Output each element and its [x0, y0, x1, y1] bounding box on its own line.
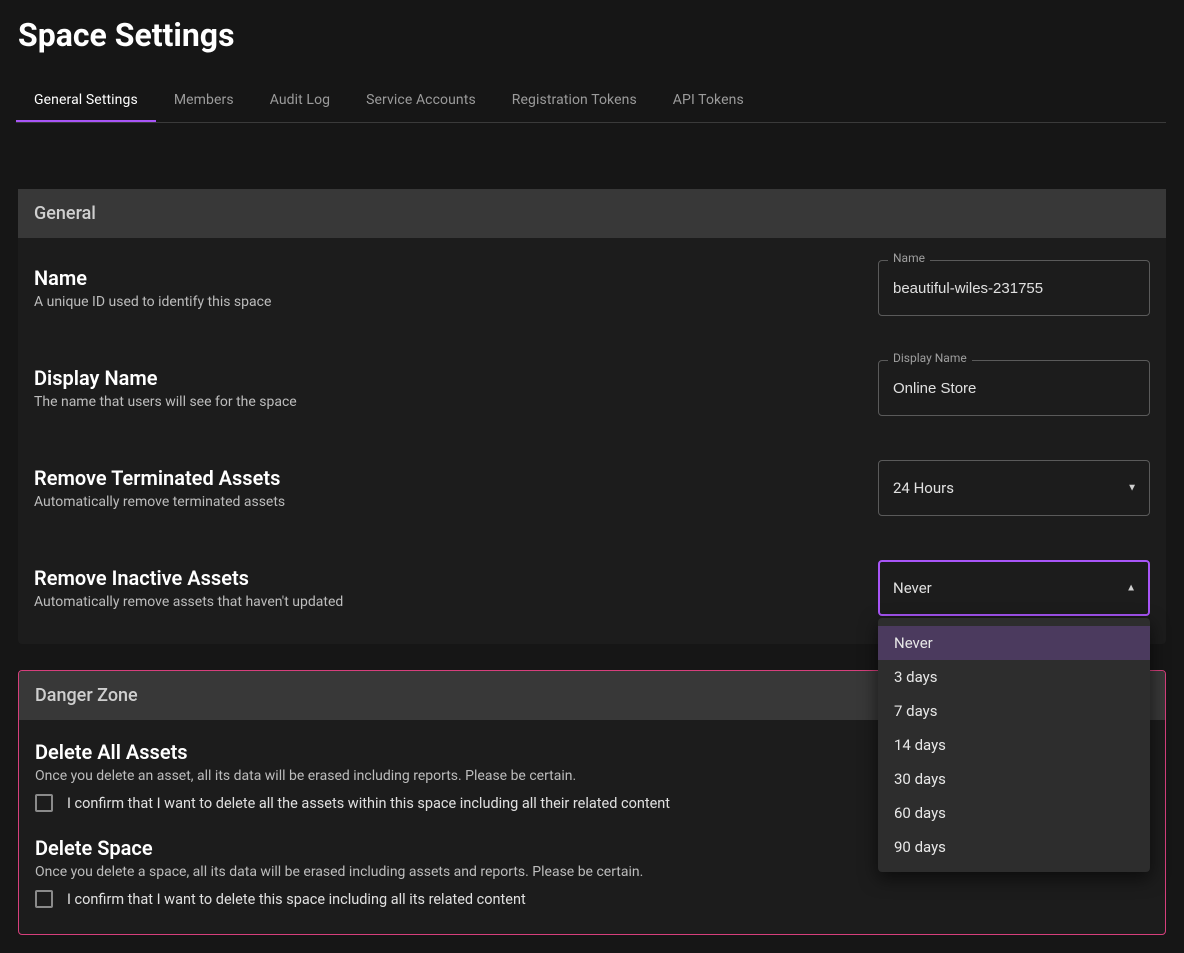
remove-terminated-title: Remove Terminated Assets — [34, 466, 878, 490]
delete-assets-desc: Once you delete an asset, all its data w… — [35, 768, 1009, 784]
general-panel: General Name A unique ID used to identif… — [18, 189, 1166, 644]
tabs: General Settings Members Audit Log Servi… — [16, 80, 1166, 123]
delete-space-title: Delete Space — [35, 836, 1009, 860]
page-title: Space Settings — [18, 16, 1166, 54]
tab-members[interactable]: Members — [156, 80, 252, 122]
delete-assets-title: Delete All Assets — [35, 740, 1009, 764]
chevron-down-icon: ▼ — [1127, 483, 1137, 494]
name-desc: A unique ID used to identify this space — [34, 294, 878, 310]
delete-space-confirm[interactable]: I confirm that I want to delete this spa… — [35, 890, 1009, 908]
name-title: Name — [34, 266, 878, 290]
tab-service-accounts[interactable]: Service Accounts — [348, 80, 494, 122]
display-name-title: Display Name — [34, 366, 878, 390]
display-name-desc: The name that users will see for the spa… — [34, 394, 878, 410]
name-input[interactable] — [878, 260, 1150, 316]
remove-inactive-desc: Automatically remove assets that haven't… — [34, 594, 878, 610]
option-3-days[interactable]: 3 days — [878, 660, 1150, 694]
option-never[interactable]: Never — [878, 626, 1150, 660]
chevron-up-icon: ▲ — [1126, 583, 1136, 594]
remove-inactive-dropdown: Never 3 days 7 days 14 days 30 days 60 d… — [878, 618, 1150, 872]
option-90-days[interactable]: 90 days — [878, 830, 1150, 864]
option-7-days[interactable]: 7 days — [878, 694, 1150, 728]
row-remove-inactive: Remove Inactive Assets Automatically rem… — [18, 538, 1166, 644]
checkbox-icon[interactable] — [35, 794, 53, 812]
tab-registration-tokens[interactable]: Registration Tokens — [494, 80, 655, 122]
remove-inactive-value: Never — [893, 579, 932, 597]
delete-assets-confirm[interactable]: I confirm that I want to delete all the … — [35, 794, 1009, 812]
remove-terminated-select[interactable]: 24 Hours ▼ — [878, 460, 1150, 516]
option-60-days[interactable]: 60 days — [878, 796, 1150, 830]
remove-terminated-desc: Automatically remove terminated assets — [34, 494, 878, 510]
option-30-days[interactable]: 30 days — [878, 762, 1150, 796]
checkbox-icon[interactable] — [35, 890, 53, 908]
remove-inactive-select[interactable]: Never ▲ — [878, 560, 1150, 616]
delete-space-desc: Once you delete a space, all its data wi… — [35, 864, 1009, 880]
remove-terminated-value: 24 Hours — [893, 479, 954, 497]
row-name: Name A unique ID used to identify this s… — [18, 238, 1166, 338]
row-display-name: Display Name The name that users will se… — [18, 338, 1166, 438]
tab-api-tokens[interactable]: API Tokens — [655, 80, 762, 122]
row-remove-terminated: Remove Terminated Assets Automatically r… — [18, 438, 1166, 538]
tab-general-settings[interactable]: General Settings — [16, 80, 156, 122]
delete-space-confirm-label: I confirm that I want to delete this spa… — [67, 891, 526, 908]
delete-assets-confirm-label: I confirm that I want to delete all the … — [67, 795, 670, 812]
name-float-label: Name — [888, 251, 930, 265]
display-name-input[interactable] — [878, 360, 1150, 416]
option-14-days[interactable]: 14 days — [878, 728, 1150, 762]
general-panel-header: General — [18, 189, 1166, 238]
remove-inactive-title: Remove Inactive Assets — [34, 566, 878, 590]
display-name-float-label: Display Name — [888, 351, 972, 365]
tab-audit-log[interactable]: Audit Log — [252, 80, 348, 122]
